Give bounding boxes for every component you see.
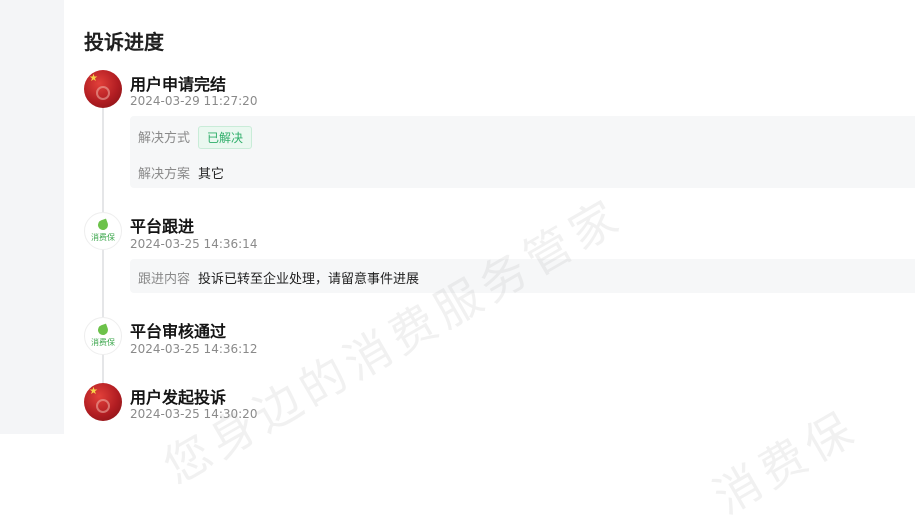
- left-gutter: [0, 0, 64, 434]
- detail-value: 其它: [198, 167, 225, 182]
- detail-value: 投诉已转至企业处理，请留意事件进展: [198, 272, 420, 287]
- event-title: 平台跟进: [130, 217, 195, 236]
- event-title: 平台审核通过: [130, 322, 227, 341]
- event-time: 2024-03-25 14:36:14: [130, 237, 258, 251]
- detail-label: 解决方式: [138, 131, 191, 146]
- event-time: 2024-03-25 14:30:20: [130, 407, 258, 421]
- user-avatar-icon: ★: [84, 70, 122, 108]
- platform-logo-icon: 消费保: [84, 212, 122, 250]
- event-detail-box: 解决方式 已解决 解决方案 其它: [130, 116, 915, 188]
- detail-label: 解决方案: [138, 167, 191, 182]
- platform-logo-icon: 消费保: [84, 317, 122, 355]
- event-time: 2024-03-29 11:27:20: [130, 94, 258, 108]
- complaint-progress-panel: 投诉进度 ★ 用户申请完结 2024-03-29 11:27:20 解决方式 已解…: [64, 0, 915, 434]
- event-detail-box: 跟进内容 投诉已转至企业处理，请留意事件进展: [130, 259, 915, 293]
- event-title: 用户申请完结: [130, 75, 227, 94]
- user-avatar-icon: ★: [84, 383, 122, 421]
- event-time: 2024-03-25 14:36:12: [130, 342, 258, 356]
- status-badge: 已解决: [198, 126, 253, 149]
- resolution-method-row: 解决方式 已解决: [138, 126, 253, 149]
- event-title: 用户发起投诉: [130, 388, 227, 407]
- brand-logo-text: 消费保: [91, 233, 115, 242]
- resolution-plan-row: 解决方案 其它: [138, 163, 224, 182]
- brand-logo-text: 消费保: [91, 338, 115, 347]
- detail-label: 跟进内容: [138, 272, 191, 287]
- timeline-line: [102, 104, 104, 404]
- followup-row: 跟进内容 投诉已转至企业处理，请留意事件进展: [138, 268, 419, 287]
- section-title: 投诉进度: [84, 30, 164, 54]
